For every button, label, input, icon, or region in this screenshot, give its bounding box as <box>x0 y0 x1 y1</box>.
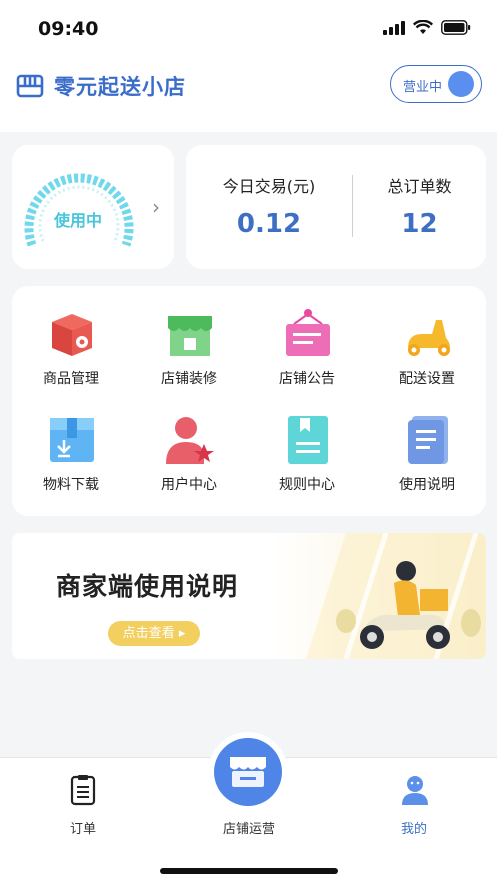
tab-label: 店铺运营 <box>222 822 275 837</box>
usage-gauge-card[interactable]: 使用中 › <box>12 145 174 269</box>
banner-title: 商家端使用说明 <box>56 572 239 601</box>
gauge-status-label: 使用中 <box>53 211 102 230</box>
home-indicator <box>160 868 338 874</box>
store-icon <box>16 74 44 98</box>
today-trade-value: 0.12 <box>236 209 302 239</box>
notice-board-icon <box>286 309 330 356</box>
user-star-icon <box>166 417 214 464</box>
status-icons <box>383 20 471 35</box>
menu-item-label: 规则中心 <box>279 477 335 493</box>
toggle-knob <box>448 71 474 97</box>
user-profile-icon <box>402 776 428 805</box>
download-box-icon <box>50 418 94 462</box>
product-box-icon <box>52 314 92 356</box>
storefront-icon <box>168 316 212 356</box>
menu-item-label: 配送设置 <box>399 371 455 387</box>
app-header: 零元起送小店 营业中 <box>0 60 497 132</box>
delivery-rider-illustration <box>306 533 486 659</box>
menu-item-label: 用户中心 <box>161 477 217 493</box>
chevron-right-icon: › <box>152 195 160 219</box>
today-trade-stat[interactable]: 今日交易(元) 0.12 <box>186 145 352 269</box>
rules-doc-icon <box>288 416 328 464</box>
menu-item-label: 商品管理 <box>43 371 99 387</box>
toggle-label: 营业中 <box>403 80 443 95</box>
storefront-icon <box>230 757 266 787</box>
store-operation-center-button[interactable] <box>208 732 288 812</box>
status-bar: 09:40 <box>0 0 497 60</box>
clipboard-list-icon <box>70 775 96 806</box>
wifi-icon <box>413 20 433 34</box>
menu-item-label: 店铺装修 <box>161 371 217 387</box>
total-orders-value: 12 <box>401 209 438 239</box>
function-grid: 商品管理 店铺装修 店铺公告 配送设置 物料下载 用户中心 规则中心 使用说明 <box>12 286 486 516</box>
today-trade-title: 今日交易(元) <box>222 177 316 196</box>
business-status-toggle[interactable]: 营业中 <box>390 65 482 103</box>
total-orders-stat[interactable]: 总订单数 12 <box>353 145 486 269</box>
banner-button-label: 点击查看 <box>122 626 175 641</box>
status-time: 09:40 <box>38 18 99 40</box>
scooter-icon <box>408 320 450 356</box>
bottom-tab-bar: 订单 店铺运营 我的 <box>0 732 497 884</box>
tab-label: 我的 <box>400 822 427 837</box>
stats-card: 今日交易(元) 0.12 总订单数 12 <box>186 145 486 269</box>
store-name: 零元起送小店 <box>54 75 186 99</box>
battery-icon <box>441 20 471 35</box>
total-orders-title: 总订单数 <box>387 177 452 196</box>
banner-view-button[interactable]: 点击查看 ▸ <box>108 621 200 646</box>
cellular-signal-icon <box>383 20 405 35</box>
tab-orders[interactable]: 订单 <box>0 758 166 848</box>
menu-item-label: 物料下载 <box>43 477 99 493</box>
manual-book-icon <box>408 416 448 464</box>
center-button-circle <box>214 738 282 806</box>
tab-mine[interactable]: 我的 <box>331 758 497 848</box>
tab-label: 订单 <box>69 822 96 837</box>
menu-item-label: 使用说明 <box>399 477 455 493</box>
chevron-right-icon: ▸ <box>178 626 186 641</box>
manual-banner[interactable]: 商家端使用说明 点击查看 ▸ <box>12 533 486 659</box>
menu-item-label: 店铺公告 <box>279 371 335 387</box>
